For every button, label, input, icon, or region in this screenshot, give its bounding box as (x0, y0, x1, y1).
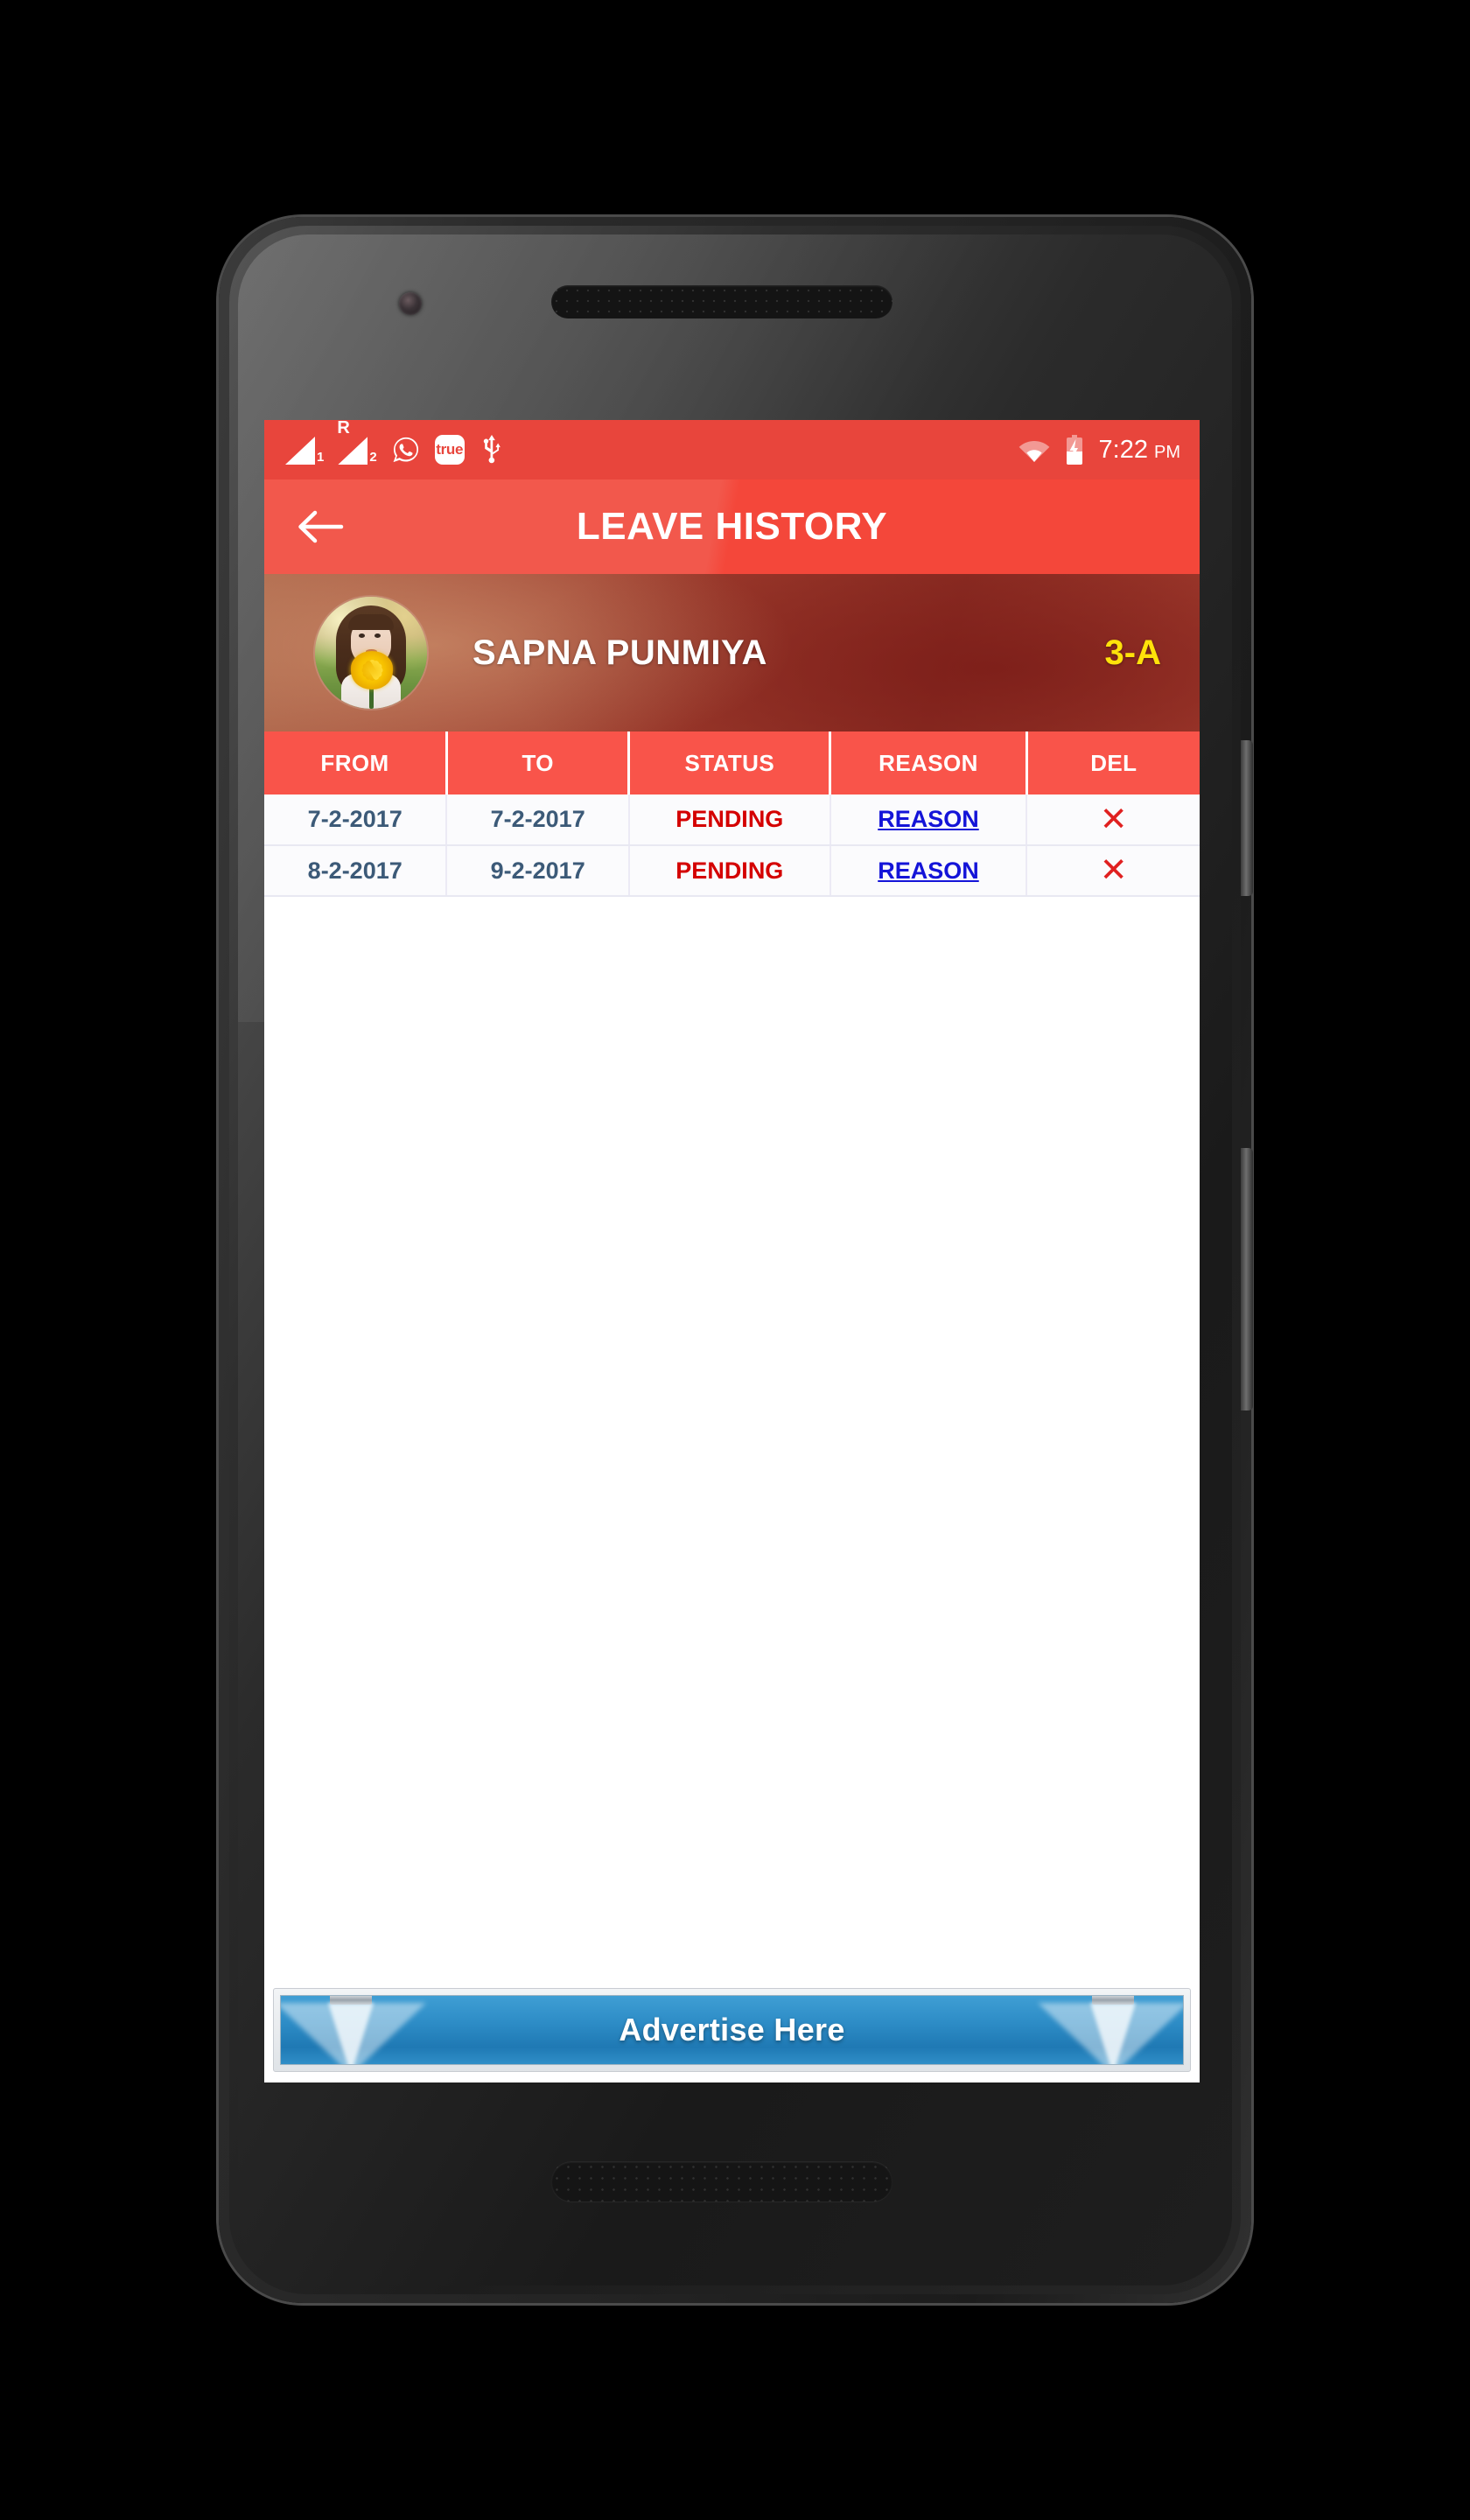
truecaller-icon: true (434, 435, 465, 465)
usb-icon (483, 435, 500, 464)
ad-banner-text: Advertise Here (619, 2012, 845, 2048)
phone-screen: 1 R 2 true 7:22 PM LEAVE HISTORY SAPNA P… (264, 420, 1200, 2082)
leave-history-table: FROM TO STATUS REASON DEL 7-2-2017 7-2-2… (264, 732, 1200, 897)
clock-ampm: PM (1154, 442, 1180, 462)
advertisement-banner[interactable]: Advertise Here (273, 1988, 1191, 2072)
signal-triangle (338, 437, 368, 465)
signal-triangle (285, 437, 315, 465)
earpiece-speaker-grille (551, 285, 892, 318)
cell-to: 7-2-2017 (446, 794, 630, 846)
status-bar-clock: 7:22 PM (1099, 436, 1180, 465)
front-camera-icon (399, 292, 422, 315)
clock-time: 7:22 (1098, 435, 1148, 464)
power-button[interactable] (1241, 740, 1253, 896)
reason-link[interactable]: REASON (878, 858, 979, 884)
status-badge: PENDING (628, 794, 831, 846)
table-row: 7-2-2017 7-2-2017 PENDING REASON ✕ (264, 794, 1200, 846)
cell-del[interactable]: ✕ (1026, 794, 1200, 846)
battery-charging-icon (1066, 435, 1082, 465)
empty-list-area (264, 897, 1200, 1988)
avatar-eye-left (359, 634, 365, 638)
column-header-status: STATUS (628, 732, 832, 794)
cell-from: 7-2-2017 (264, 794, 448, 846)
table-row: 8-2-2017 9-2-2017 PENDING REASON ✕ (264, 845, 1200, 897)
truecaller-label: true (436, 441, 464, 458)
volume-rocker-button[interactable] (1241, 1148, 1253, 1410)
cell-reason[interactable]: REASON (830, 794, 1028, 846)
delete-x-icon[interactable]: ✕ (1100, 854, 1128, 887)
student-class-badge: 3-A (1104, 633, 1161, 672)
delete-x-icon[interactable]: ✕ (1100, 803, 1128, 836)
signal-bars-icon-sim2: R 2 (337, 420, 377, 465)
column-header-from: FROM (264, 732, 448, 794)
sim2-label: 2 (369, 450, 377, 465)
status-bar-left-icons: 1 R 2 true (285, 420, 505, 465)
student-profile-header: SAPNA PUNMIYA 3-A (264, 574, 1200, 732)
signal-bars-icon-sim1: 1 (285, 437, 324, 465)
whatsapp-icon (393, 437, 418, 463)
ad-banner-inner: Advertise Here (280, 1995, 1184, 2065)
cell-from: 8-2-2017 (264, 845, 448, 897)
avatar-bangs (348, 614, 394, 630)
roaming-label: R (337, 420, 350, 438)
status-bar: 1 R 2 true 7:22 PM (264, 420, 1200, 480)
reason-link[interactable]: REASON (878, 806, 979, 832)
status-badge: PENDING (628, 845, 831, 897)
status-bar-right-icons: 7:22 PM (1018, 435, 1180, 465)
avatar (315, 597, 427, 709)
cell-reason[interactable]: REASON (830, 845, 1028, 897)
avatar-eye-right (374, 634, 381, 638)
sim1-label: 1 (317, 450, 325, 465)
page-title: LEAVE HISTORY (576, 505, 888, 548)
bottom-speaker-grille (551, 2161, 892, 2202)
app-bar: LEAVE HISTORY (264, 480, 1200, 574)
column-header-reason: REASON (830, 732, 1028, 794)
cell-del[interactable]: ✕ (1026, 845, 1200, 897)
avatar-yellow-flower (350, 651, 394, 690)
column-header-to: TO (446, 732, 631, 794)
student-name: SAPNA PUNMIYA (472, 633, 767, 672)
column-header-del: DEL (1026, 732, 1200, 794)
cell-to: 9-2-2017 (446, 845, 630, 897)
table-header-row: FROM TO STATUS REASON DEL (264, 732, 1200, 794)
wifi-icon (1018, 441, 1049, 462)
